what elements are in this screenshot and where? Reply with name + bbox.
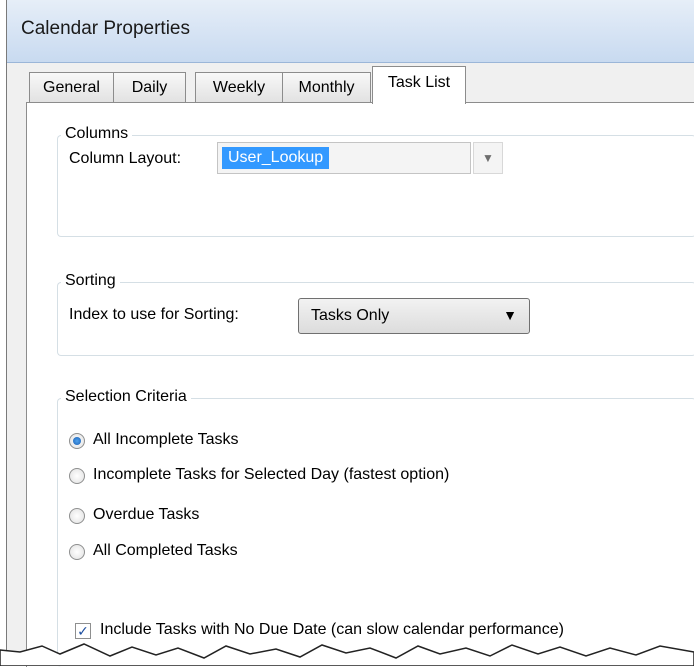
tab-task-list[interactable]: Task List (372, 66, 466, 104)
radio-label: Incomplete Tasks for Selected Day (faste… (93, 466, 450, 483)
column-layout-value: User_Lookup (222, 147, 330, 169)
radio-label: All Completed Tasks (93, 542, 238, 559)
column-layout-input[interactable]: User_Lookup (217, 142, 471, 174)
columns-group-title: Columns (61, 125, 133, 143)
tab-general[interactable]: General (29, 72, 114, 102)
radio-label: Overdue Tasks (93, 506, 200, 523)
tab-daily[interactable]: Daily (113, 72, 186, 102)
radio-button[interactable] (69, 544, 85, 560)
column-layout-label: Column Layout: (69, 150, 182, 167)
radio-button[interactable] (69, 508, 85, 524)
window-title: Calendar Properties (21, 18, 190, 39)
column-layout-dropdown-button[interactable]: ▼ (473, 142, 503, 174)
calendar-properties-dialog: Calendar Properties General Daily Weekly… (6, 0, 694, 667)
sorting-index-select[interactable]: Tasks Only ▼ (298, 298, 530, 334)
tab-strip: General Daily Weekly Monthly Task List (7, 62, 694, 104)
radio-label: All Incomplete Tasks (93, 431, 239, 448)
chevron-down-icon: ▼ (482, 151, 494, 165)
sorting-index-label: Index to use for Sorting: (69, 306, 239, 323)
tab-monthly[interactable]: Monthly (282, 72, 371, 102)
dropdown-arrow-icon: ▼ (503, 307, 517, 323)
selection-criteria-title: Selection Criteria (61, 388, 191, 406)
sorting-group-title: Sorting (61, 272, 120, 290)
torn-paper-edge (0, 643, 694, 666)
sorting-index-value: Tasks Only (311, 307, 390, 324)
title-bar: Calendar Properties (7, 0, 694, 63)
radio-button[interactable] (69, 468, 85, 484)
radio-button[interactable] (69, 433, 85, 449)
tab-weekly[interactable]: Weekly (195, 72, 283, 102)
